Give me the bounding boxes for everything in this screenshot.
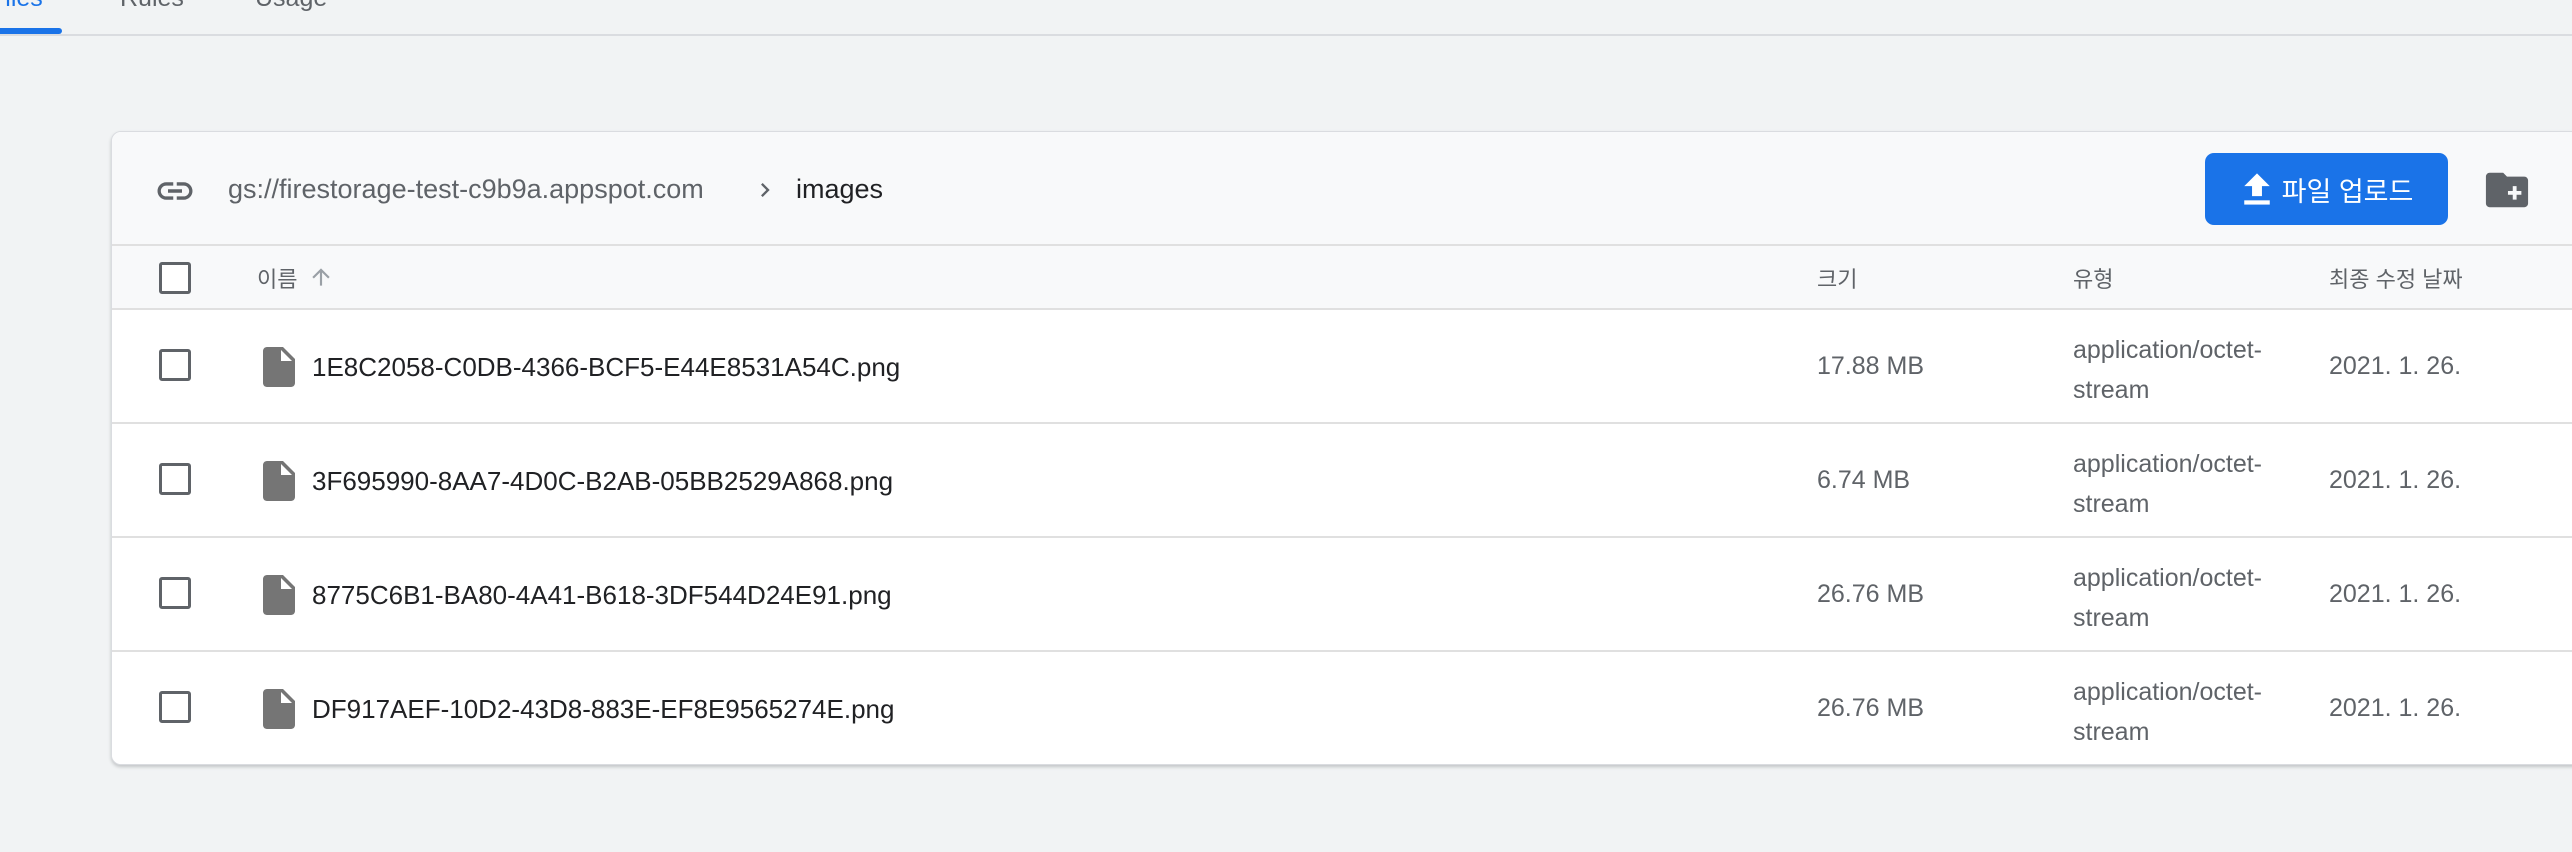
file-type: application/octet-stream	[2073, 678, 2263, 746]
file-size: 26.76 MB	[1817, 694, 1925, 722]
table-row[interactable]: 1E8C2058-C0DB-4366-BCF5-E44E8531A54C.png…	[112, 310, 2572, 424]
chevron-right-icon	[761, 183, 770, 197]
file-type: application/octet-stream	[2073, 336, 2263, 404]
file-icon	[263, 575, 295, 615]
link-icon[interactable]	[154, 170, 196, 212]
tab-files[interactable]: Files	[0, 0, 43, 13]
breadcrumb-current-folder: images	[796, 174, 884, 204]
select-all-checkbox[interactable]	[159, 262, 191, 294]
active-tab-indicator	[0, 28, 62, 34]
breadcrumb-bucket[interactable]: gs://firestorage-test-c9b9a.appspot.com	[228, 174, 704, 205]
storage-toolbar: gs://firestorage-test-c9b9a.appspot.com …	[112, 132, 2572, 246]
file-modified-date: 2021. 1. 26.	[2329, 466, 2462, 494]
tab-bar: Files Rules Usage	[0, 0, 2572, 36]
column-header-name[interactable]: 이름	[257, 262, 297, 294]
file-size: 26.76 MB	[1817, 580, 1925, 608]
column-header-modified: 최종 수정 날짜	[2329, 267, 2463, 292]
row-checkbox[interactable]	[159, 349, 191, 381]
file-size: 6.74 MB	[1817, 466, 1911, 494]
table-row[interactable]: 3F695990-8AA7-4D0C-B2AB-05BB2529A868.png…	[112, 424, 2572, 538]
file-size: 17.88 MB	[1817, 352, 1925, 380]
file-modified-date: 2021. 1. 26.	[2329, 694, 2462, 722]
row-checkbox[interactable]	[159, 691, 191, 723]
file-icon	[263, 689, 295, 729]
file-icon	[263, 347, 295, 387]
file-modified-date: 2021. 1. 26.	[2329, 352, 2462, 380]
upload-icon	[2243, 173, 2270, 205]
file-type: application/octet-stream	[2073, 450, 2263, 518]
table-row[interactable]: 8775C6B1-BA80-4A41-B618-3DF544D24E91.png…	[112, 538, 2572, 652]
table-header: 이름 크기 유형 최종 수정 날짜	[112, 246, 2572, 310]
file-name-link[interactable]: 1E8C2058-C0DB-4366-BCF5-E44E8531A54C.png	[312, 352, 900, 383]
column-header-type: 유형	[2073, 267, 2114, 292]
column-header-size: 크기	[1817, 267, 1858, 292]
file-name-link[interactable]: DF917AEF-10D2-43D8-883E-EF8E9565274E.png	[312, 694, 894, 725]
create-new-folder-icon[interactable]	[2484, 170, 2530, 210]
file-name-link[interactable]: 3F695990-8AA7-4D0C-B2AB-05BB2529A868.png	[312, 466, 893, 497]
row-checkbox[interactable]	[159, 463, 191, 495]
file-name-link[interactable]: 8775C6B1-BA80-4A41-B618-3DF544D24E91.png	[312, 580, 892, 611]
table-row[interactable]: DF917AEF-10D2-43D8-883E-EF8E9565274E.png…	[112, 652, 2572, 764]
upload-button-label: 파일 업로드	[2281, 176, 2414, 207]
file-browser-card: gs://firestorage-test-c9b9a.appspot.com …	[111, 131, 2572, 765]
file-type: application/octet-stream	[2073, 564, 2263, 632]
row-checkbox[interactable]	[159, 577, 191, 609]
upload-file-button[interactable]: 파일 업로드	[2205, 153, 2448, 225]
file-modified-date: 2021. 1. 26.	[2329, 580, 2462, 608]
arrow-up-icon[interactable]	[308, 263, 334, 291]
tab-rules[interactable]: Rules	[120, 0, 184, 13]
file-icon	[263, 461, 295, 501]
tab-usage[interactable]: Usage	[255, 0, 327, 13]
